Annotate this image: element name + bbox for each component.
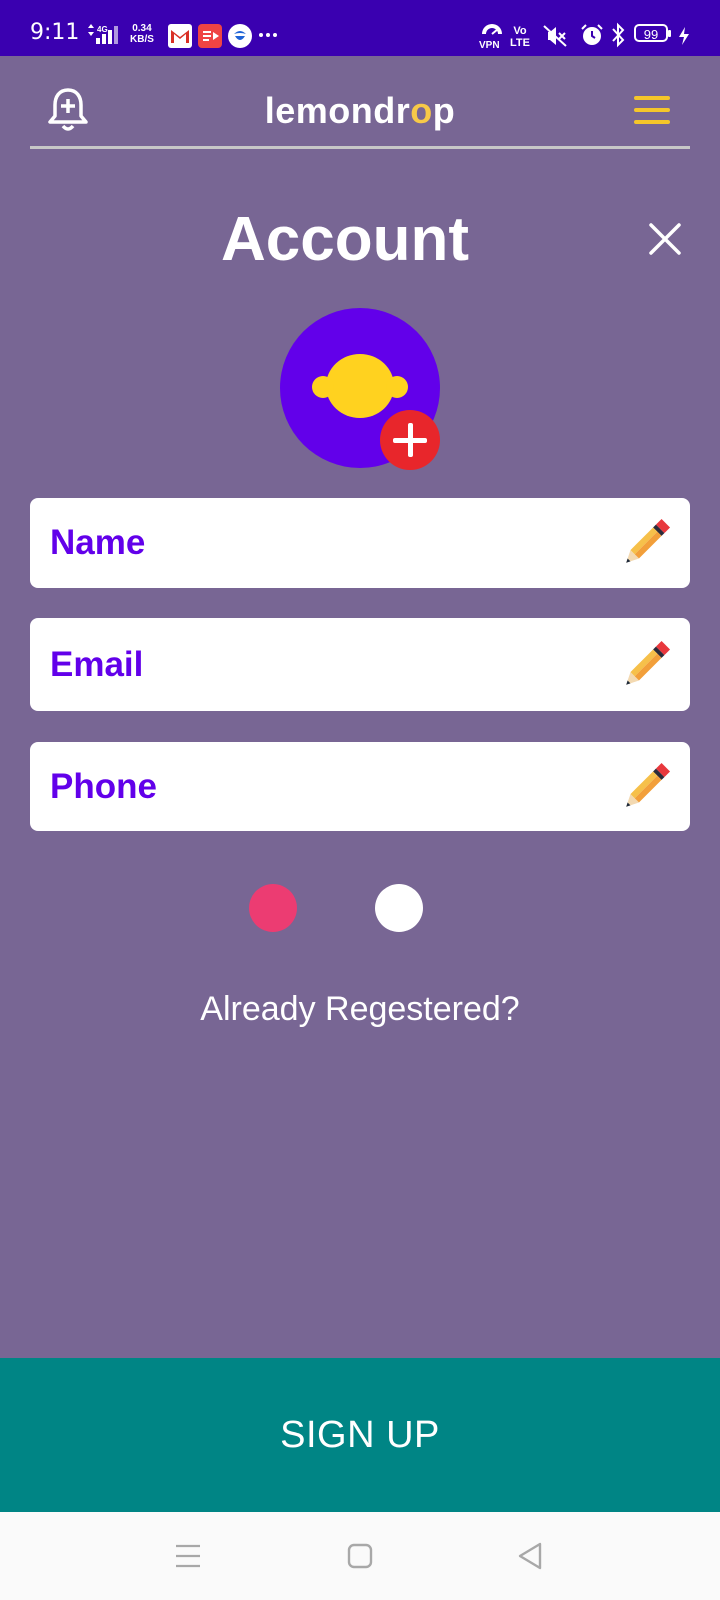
email-field-label: Email xyxy=(50,644,144,684)
video-app-icon xyxy=(198,24,222,48)
pencil-icon[interactable] xyxy=(620,517,672,569)
alarm-icon xyxy=(581,24,603,45)
phone-field-label: Phone xyxy=(50,766,157,806)
system-nav-bar xyxy=(0,1512,720,1600)
phone-field[interactable]: Phone xyxy=(30,742,690,831)
pager-dot-2[interactable] xyxy=(375,884,423,932)
status-time: 9:11 xyxy=(30,20,80,45)
svg-text:VPN: VPN xyxy=(479,40,500,50)
back-icon[interactable] xyxy=(508,1534,552,1578)
svg-text:4G: 4G xyxy=(97,25,108,34)
signup-button[interactable]: SIGN UP xyxy=(0,1358,720,1512)
lemon-icon xyxy=(312,354,408,418)
pencil-icon[interactable] xyxy=(620,639,672,691)
brand-logo: lemondrop xyxy=(264,90,456,131)
already-registered-link[interactable]: Already Regestered? xyxy=(0,990,720,1029)
close-icon[interactable] xyxy=(648,222,682,256)
plus-circle-icon[interactable] xyxy=(380,410,440,470)
volte-indicator: Vo LTE xyxy=(510,25,530,49)
bluetooth-icon xyxy=(612,22,625,48)
name-field[interactable]: Name xyxy=(30,498,690,588)
chat-app-icon xyxy=(228,24,252,48)
battery-indicator: 99 xyxy=(634,24,671,42)
page-title: Account xyxy=(221,205,469,274)
charging-icon xyxy=(679,27,689,45)
email-field[interactable]: Email xyxy=(30,618,690,711)
header-divider xyxy=(30,146,690,149)
data-speed: 0.34 KB/S xyxy=(130,23,154,45)
home-icon[interactable] xyxy=(338,1534,382,1578)
signal-icon: 4G xyxy=(88,24,118,44)
pencil-icon[interactable] xyxy=(620,761,672,813)
recents-icon[interactable] xyxy=(166,1534,210,1578)
vpn-icon: VPN xyxy=(479,24,502,50)
status-bar: 9:11 4G 0.34 KB/S VPN Vo LTE 99 xyxy=(0,0,720,56)
gmail-icon xyxy=(168,24,192,48)
more-dots-icon xyxy=(259,33,277,37)
name-field-label: Name xyxy=(50,523,146,562)
mute-icon xyxy=(543,25,567,47)
hamburger-menu-icon[interactable] xyxy=(634,96,670,124)
pager-dot-1[interactable] xyxy=(249,884,297,932)
